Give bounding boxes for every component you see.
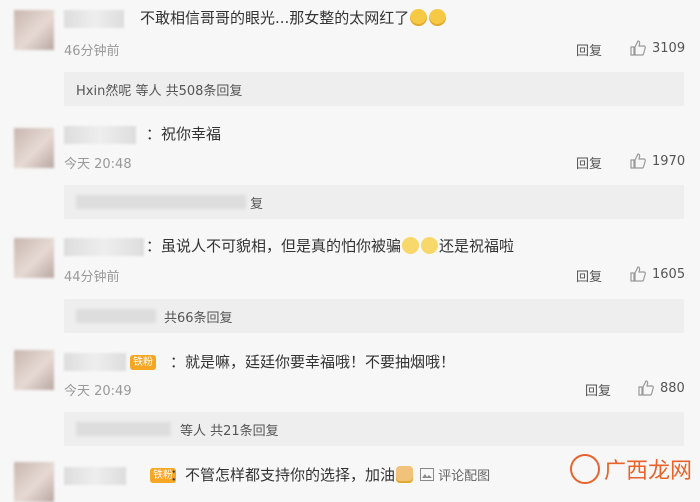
like-button[interactable]: 1605: [630, 266, 685, 282]
sub-reply-blurred: [76, 422, 171, 436]
avatar[interactable]: [14, 238, 54, 278]
comment-text: 不敢相信哥哥的眼光...那女整的太网红了: [140, 8, 447, 28]
comment-pic-link[interactable]: 评论配图: [420, 467, 490, 487]
sub-reply-text[interactable]: 等人 共21条回复: [180, 420, 279, 439]
sub-reply-blurred: [76, 195, 246, 209]
emoji-cute-icon: [410, 9, 428, 26]
sub-reply-box[interactable]: Hxin然呢 等人 共508条回复: [64, 72, 684, 106]
sub-reply-box[interactable]: 等人 共21条回复: [64, 412, 684, 446]
thumb-up-icon: [638, 380, 654, 396]
thumb-up-icon: [630, 266, 646, 282]
sub-reply-blurred: [76, 309, 156, 323]
comment-text: ：不管怎样都支持你的选择，加油: [170, 465, 414, 485]
emoji-cute-icon: [429, 9, 447, 26]
avatar[interactable]: [14, 350, 54, 390]
avatar[interactable]: [14, 128, 54, 168]
like-button[interactable]: 880: [638, 380, 685, 396]
image-icon: [420, 468, 434, 481]
emoji-cry-icon: [402, 237, 420, 254]
comment-time: 今天 20:49: [64, 384, 132, 399]
comment-time: 44分钟前: [64, 270, 120, 285]
sub-reply-box[interactable]: 共66条回复: [64, 299, 684, 333]
sub-reply-box[interactable]: 复: [64, 185, 684, 219]
comment-text: ：虽说人不可貌相，但是真的怕你被骗 还是祝福啦: [146, 237, 515, 255]
avatar[interactable]: [14, 10, 54, 50]
username[interactable]: [64, 353, 126, 371]
reply-button[interactable]: 回复: [585, 380, 611, 399]
emoji-strong-icon: [396, 466, 414, 483]
like-count: 3109: [652, 40, 686, 56]
emoji-cry-icon: [421, 237, 439, 254]
reply-button[interactable]: 回复: [576, 40, 602, 59]
like-count: 1605: [652, 266, 686, 282]
username[interactable]: [64, 467, 126, 485]
watermark-text: 广西龙网: [603, 459, 692, 484]
watermark-logo-icon: [569, 454, 600, 484]
sub-reply-text[interactable]: 共66条回复: [164, 307, 233, 326]
avatar[interactable]: [14, 462, 54, 502]
thumb-up-icon: [630, 153, 646, 169]
comment-text: ：就是嘛，廷廷你要幸福哦！不要抽烟哦！: [170, 353, 456, 371]
comment-time: 46分钟前: [64, 44, 120, 59]
thumb-up-icon: [630, 40, 646, 56]
like-count: 1970: [652, 153, 686, 169]
sub-reply-text[interactable]: 复: [250, 193, 263, 212]
username[interactable]: [64, 126, 136, 144]
username[interactable]: [64, 10, 124, 28]
like-count: 880: [660, 380, 685, 396]
like-button[interactable]: 1970: [630, 153, 685, 169]
watermark: 广西龙网: [569, 453, 692, 485]
reply-button[interactable]: 回复: [576, 266, 602, 285]
like-button[interactable]: 3109: [630, 40, 685, 56]
comment-time: 今天 20:48: [64, 157, 132, 172]
fan-badge: 铁粉: [130, 355, 156, 370]
sub-reply-text[interactable]: Hxin然呢 等人 共508条回复: [76, 80, 242, 99]
comment-text: ：祝你幸福: [146, 125, 222, 143]
reply-button[interactable]: 回复: [576, 153, 602, 172]
username[interactable]: [64, 238, 144, 256]
